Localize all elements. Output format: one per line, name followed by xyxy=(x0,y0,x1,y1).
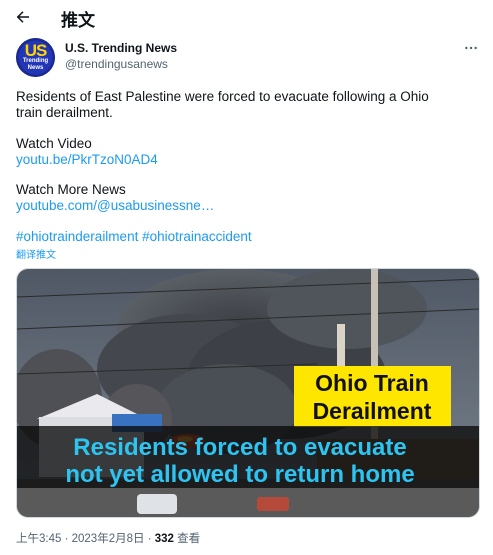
caption-line-2: not yet allowed to return home xyxy=(65,461,414,488)
tweet-time[interactable]: 上午3:45 xyxy=(16,533,61,545)
more-news-link[interactable]: youtube.com/@usabusinessne… xyxy=(16,197,214,214)
banner-line-1: Ohio Train xyxy=(315,370,429,396)
views-label: 查看 xyxy=(177,533,201,545)
caption-line-1: Residents forced to evacuate xyxy=(73,434,406,461)
views-count: 332 xyxy=(154,533,174,545)
video-link[interactable]: youtu.be/PkrTzoN0AD4 xyxy=(16,151,158,168)
tweet-date[interactable]: 2023年2月8日 xyxy=(72,533,145,545)
back-button[interactable] xyxy=(10,4,36,30)
tweet-author: US Trending News U.S. Trending News @tre… xyxy=(16,38,486,78)
hashtags: #ohiotrainderailment #ohiotrainaccident xyxy=(16,228,252,245)
avatar-subtitle: Trending News xyxy=(22,58,49,71)
more-icon xyxy=(465,46,477,50)
watch-video-label: Watch Video xyxy=(16,136,92,151)
top-bar: 推文 xyxy=(0,0,493,33)
tweet-image[interactable]: Ohio Train Derailment Residents forced t… xyxy=(16,268,480,518)
author-handle[interactable]: @trendingusanews xyxy=(65,57,168,71)
page-title: 推文 xyxy=(61,11,95,30)
tweet-text-line: Residents of East Palestine were forced … xyxy=(16,89,429,104)
meta-separator: · xyxy=(147,533,155,545)
watch-more-label: Watch More News xyxy=(16,182,126,197)
hashtag-link[interactable]: #ohiotrainaccident xyxy=(142,229,252,244)
tweet-meta: 上午3:45 · 2023年2月8日 · 332 查看 xyxy=(16,530,200,546)
author-name[interactable]: U.S. Trending News xyxy=(65,41,177,55)
smoke-scene-image: Ohio Train Derailment Residents forced t… xyxy=(17,269,479,517)
back-arrow-icon xyxy=(16,11,29,23)
meta-separator: · xyxy=(64,533,72,545)
banner-line-2: Derailment xyxy=(313,398,432,424)
translate-tweet-link[interactable]: 翻译推文 xyxy=(16,246,56,261)
tweet-text-line: train derailment. xyxy=(16,105,113,120)
avatar[interactable]: US Trending News xyxy=(16,38,55,77)
more-options-button[interactable] xyxy=(461,38,481,58)
hashtag-link[interactable]: #ohiotrainderailment xyxy=(16,229,138,244)
